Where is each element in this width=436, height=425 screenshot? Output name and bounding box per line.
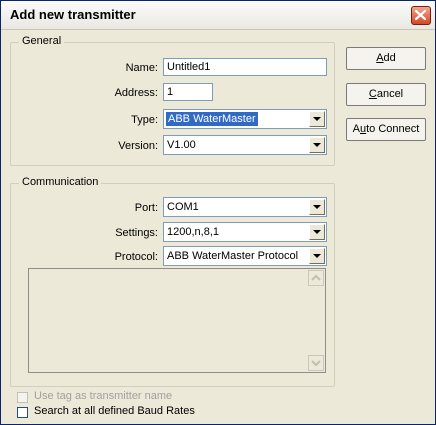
add-mnemonic: A [376,52,384,64]
protocol-select[interactable]: ABB WaterMaster Protocol [163,246,327,266]
auto-connect-button[interactable]: Auto Connect [346,118,426,141]
close-button[interactable] [411,6,431,25]
chevron-down-icon [313,205,321,209]
name-field[interactable]: Untitled1 [163,58,327,76]
chevron-down-icon [311,360,321,367]
settings-label: Settings: [115,227,158,239]
version-select[interactable]: V1.00 [163,135,327,155]
window-title: Add new transmitter [10,7,136,22]
address-label: Address: [114,87,158,99]
protocol-info-box[interactable] [28,268,326,373]
port-select[interactable]: COM1 [163,197,327,217]
settings-dropdown-button[interactable] [309,224,325,240]
cancel-button[interactable]: Cancel [346,83,426,106]
vertical-scrollbar[interactable] [308,270,324,371]
type-label: Type: [131,114,158,126]
protocol-value: ABB WaterMaster Protocol [167,250,299,262]
protocol-dropdown-button[interactable] [309,248,325,264]
add-transmitter-dialog: Add new transmitter General Name: Untitl… [0,0,436,425]
search-baud-label: Search at all defined Baud Rates [34,405,195,417]
chevron-down-icon [313,117,321,121]
scroll-up-button[interactable] [308,270,324,286]
close-icon [414,9,427,21]
scroll-down-button[interactable] [308,355,324,371]
settings-select[interactable]: 1200,n,8,1 [163,222,327,242]
port-value: COM1 [167,201,199,213]
chevron-up-icon [311,274,321,281]
version-value: V1.00 [167,139,196,151]
chevron-down-icon [313,230,321,234]
use-tag-checkbox[interactable] [17,392,28,403]
add-label: dd [383,52,396,64]
add-button[interactable]: Add [346,47,426,70]
version-label: Version: [118,140,158,152]
settings-value: 1200,n,8,1 [167,226,219,238]
protocol-label: Protocol: [114,251,158,263]
chevron-down-icon [313,143,321,147]
use-tag-label: Use tag as transmitter name [34,390,173,402]
title-bar[interactable]: Add new transmitter [1,1,435,30]
version-dropdown-button[interactable] [309,137,325,153]
type-dropdown-button[interactable] [309,111,325,127]
auto-connect-first: A [352,123,360,135]
port-label: Port: [134,202,158,214]
type-select[interactable]: ABB WaterMaster [163,109,327,129]
name-label: Name: [125,62,158,74]
cancel-label: ancel [376,88,404,100]
port-dropdown-button[interactable] [309,199,325,215]
auto-connect-label: to Connect [366,123,420,135]
communication-legend: Communication [19,176,102,188]
search-baud-checkbox[interactable] [17,407,28,418]
chevron-down-icon [313,254,321,258]
cancel-mnemonic: C [368,88,377,100]
general-legend: General [19,35,65,47]
type-value: ABB WaterMaster [166,112,258,126]
address-field[interactable]: 1 [163,83,213,101]
